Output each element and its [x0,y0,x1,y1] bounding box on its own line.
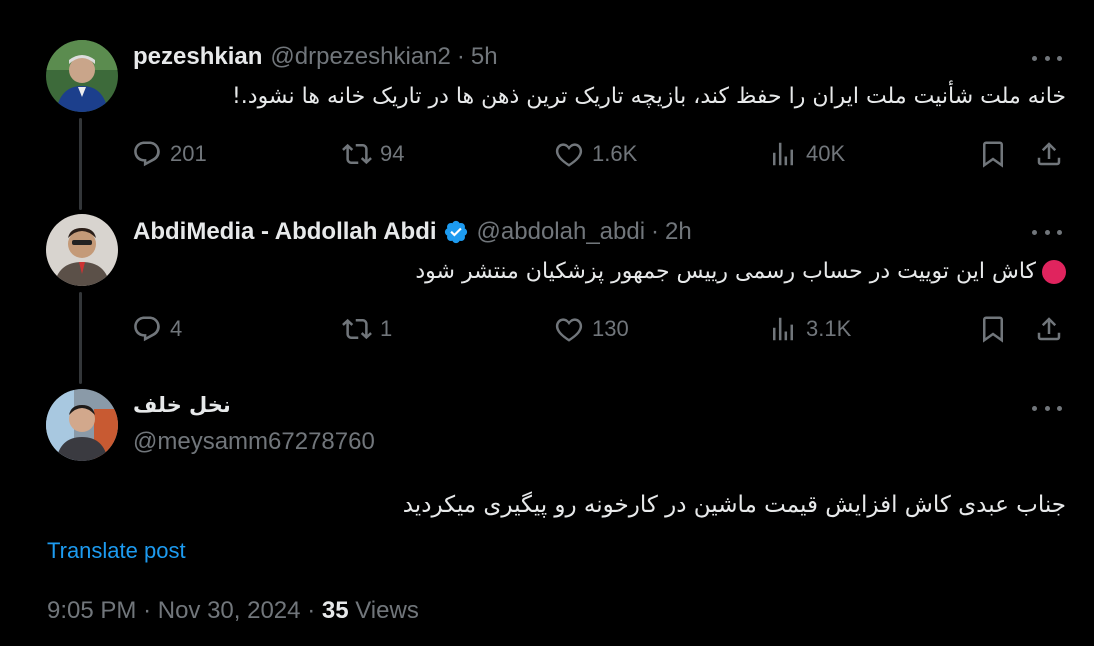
separator-dot: · [143,597,152,624]
separator-dot: · [456,43,465,70]
tweet-header: نخل خلف [133,393,231,417]
more-dot [1044,55,1050,61]
tweet-actions: 4 1 130 3.1K [132,311,1062,347]
share-icon [1037,142,1061,166]
share-button[interactable] [1034,136,1072,172]
analytics-icon [773,142,793,166]
more-dot [1057,229,1062,235]
more-options-button[interactable] [1032,220,1062,244]
more-dot [1044,229,1050,235]
repost-count: 94 [380,141,405,166]
bookmark-icon [983,316,1003,343]
share-icon [1037,317,1061,341]
more-dot [1057,55,1062,61]
reply-button[interactable]: 201 [132,136,207,172]
heart-icon [555,318,583,342]
thread-line [79,118,82,210]
views-label: Views [355,597,419,624]
reply-icon [134,141,160,167]
repost-count: 1 [380,316,393,341]
more-options-button[interactable] [1032,396,1062,420]
more-dot [1044,405,1050,411]
tweet-text-content: کاش این توییت در حساب رسمی رییس جمهور پز… [415,259,1036,284]
translate-post-link[interactable]: Translate post [47,538,186,564]
analytics-icon [773,317,793,341]
bookmark-button[interactable] [978,311,1016,347]
tweet-actions: 201 94 1.6K 40K [132,136,1062,172]
reply-count: 201 [170,141,207,166]
views-count: 40K [806,141,846,166]
user-handle[interactable]: @drpezeshkian2 [270,43,450,71]
views-button[interactable]: 40K [768,136,845,172]
display-name[interactable]: AbdiMedia - Abdollah Abdi [133,218,437,246]
heart-icon [555,143,583,167]
tweet-header: pezeshkian @drpezeshkian2 · 5h [133,43,498,71]
red-circle-emoji-icon [1042,260,1066,284]
separator-dot: · [651,218,660,245]
repost-icon [342,143,372,165]
post-date[interactable]: Nov 30, 2024 [158,597,301,624]
repost-button[interactable]: 94 [342,136,404,172]
display-name[interactable]: نخل خلف [133,393,231,417]
share-button[interactable] [1034,311,1072,347]
post-time[interactable]: 9:05 PM [47,597,136,624]
like-button[interactable]: 1.6K [554,136,637,172]
tweet-header: AbdiMedia - Abdollah Abdi @abdolah_abdi … [133,218,692,246]
more-dot [1032,405,1037,411]
verified-badge-icon [444,220,467,244]
display-name[interactable]: pezeshkian [133,43,262,71]
repost-icon [342,318,372,340]
tweet-text: خانه ملت شأنیت ملت ایران را حفظ کند، باز… [231,84,1066,109]
more-dot [1032,55,1037,61]
separator-dot: · [307,597,316,624]
views-count: 3.1K [806,316,852,341]
bookmark-button[interactable] [978,136,1016,172]
avatar[interactable] [46,40,118,112]
tweet-text: جناب عبدی کاش افزایش قیمت ماشین در کارخو… [402,492,1066,518]
tweet-time[interactable]: 5h [471,43,498,71]
tweet-time[interactable]: 2h [665,218,692,246]
like-count: 1.6K [592,141,638,166]
reply-button[interactable]: 4 [132,311,182,347]
views-button[interactable]: 3.1K [768,311,851,347]
thread-line [79,292,82,384]
like-button[interactable]: 130 [554,311,629,347]
tweet-meta: 9:05 PM · Nov 30, 2024 · 35 Views [47,597,419,625]
more-dot [1057,405,1062,411]
views-total: 35 [321,597,349,624]
like-count: 130 [592,316,629,341]
more-dot [1032,229,1037,235]
avatar[interactable] [46,389,118,461]
reply-count: 4 [170,316,183,341]
reply-icon [134,316,160,342]
bookmark-icon [983,141,1003,168]
user-handle[interactable]: @meysamm67278760 [133,428,375,456]
tweet-text: کاش این توییت در حساب رسمی رییس جمهور پز… [415,259,1066,284]
repost-button[interactable]: 1 [342,311,392,347]
user-handle[interactable]: @abdolah_abdi [477,218,646,246]
avatar[interactable] [46,214,118,286]
handle-row: @meysamm67278760 [133,428,375,456]
more-options-button[interactable] [1032,46,1062,70]
